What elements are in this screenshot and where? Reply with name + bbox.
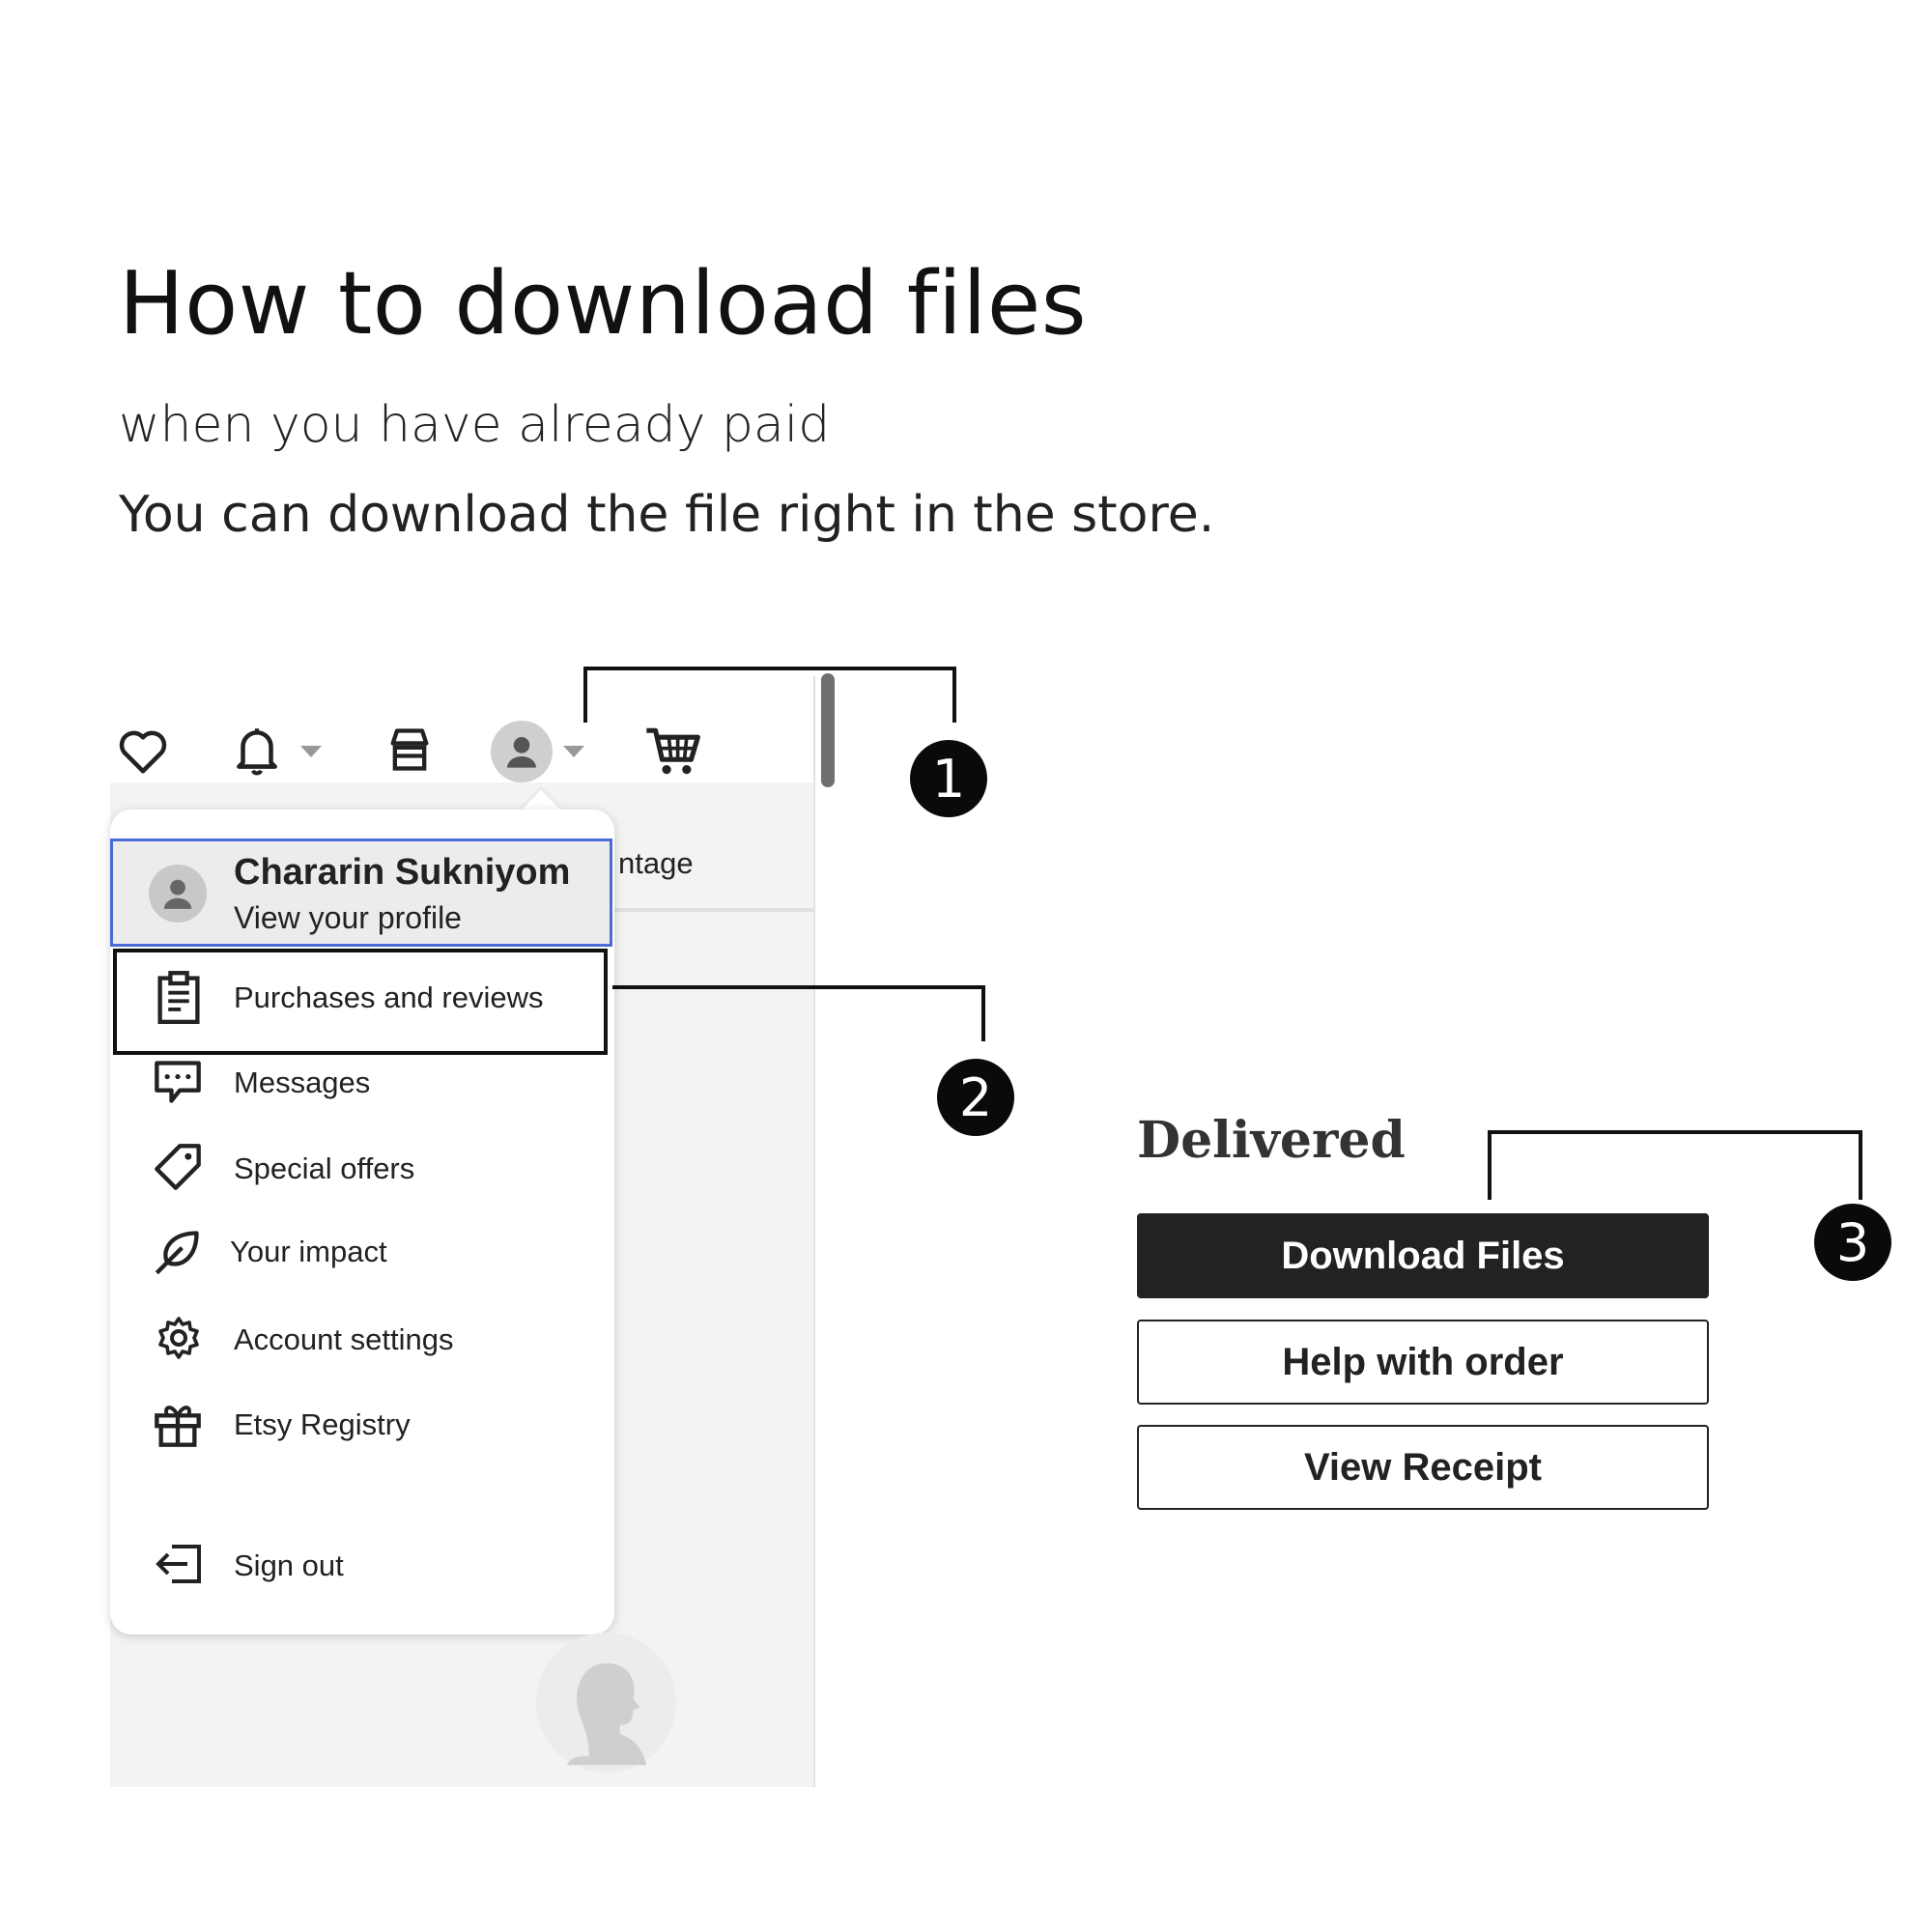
- view-profile-link[interactable]: View your profile: [234, 900, 462, 936]
- step-badge-1: 1: [910, 740, 987, 817]
- cart-icon[interactable]: [641, 719, 705, 782]
- view-receipt-button[interactable]: View Receipt: [1137, 1425, 1709, 1510]
- order-status: Delivered: [1137, 1111, 1406, 1170]
- menu-item-your-impact[interactable]: Your impact: [230, 1235, 387, 1269]
- placeholder-avatar: [536, 1633, 676, 1773]
- menu-item-messages[interactable]: Messages: [234, 1065, 370, 1100]
- leaf-icon: [151, 1225, 205, 1279]
- callout-bracket-1: [583, 667, 956, 723]
- chat-icon: [151, 1057, 205, 1107]
- tag-icon: [151, 1140, 205, 1194]
- heart-icon[interactable]: [114, 723, 172, 781]
- avatar-icon[interactable]: [491, 721, 553, 782]
- chevron-down-icon[interactable]: [563, 746, 584, 757]
- scrollbar-track[interactable]: [813, 676, 838, 1787]
- callout-bracket-3: [1488, 1130, 1862, 1200]
- chevron-down-icon[interactable]: [300, 746, 322, 757]
- sign-out-icon: [151, 1540, 205, 1588]
- page-description: You can download the file right in the s…: [119, 486, 1215, 544]
- shop-icon[interactable]: [381, 721, 439, 779]
- tab-partial-label[interactable]: ntage: [618, 846, 694, 881]
- download-files-button[interactable]: Download Files: [1137, 1213, 1709, 1298]
- profile-name: Chararin Sukniyom: [234, 852, 571, 893]
- step-2-highlight: [113, 949, 608, 1055]
- step-badge-3: 3: [1814, 1204, 1891, 1281]
- gift-icon: [151, 1397, 205, 1451]
- menu-item-sign-out[interactable]: Sign out: [234, 1548, 344, 1583]
- help-with-order-button[interactable]: Help with order: [1137, 1320, 1709, 1405]
- callout-bracket-2: [612, 985, 985, 1041]
- tab-underline: [609, 908, 813, 912]
- menu-item-account-settings[interactable]: Account settings: [234, 1322, 453, 1357]
- gear-icon: [153, 1312, 205, 1364]
- step-badge-2: 2: [937, 1059, 1014, 1136]
- menu-item-special-offers[interactable]: Special offers: [234, 1151, 414, 1186]
- page-subtitle: when you have already paid: [119, 396, 831, 454]
- page-title: How to download files: [119, 253, 1088, 355]
- menu-item-etsy-registry[interactable]: Etsy Registry: [234, 1407, 411, 1442]
- avatar-icon: [149, 865, 207, 923]
- bell-icon[interactable]: [228, 719, 286, 782]
